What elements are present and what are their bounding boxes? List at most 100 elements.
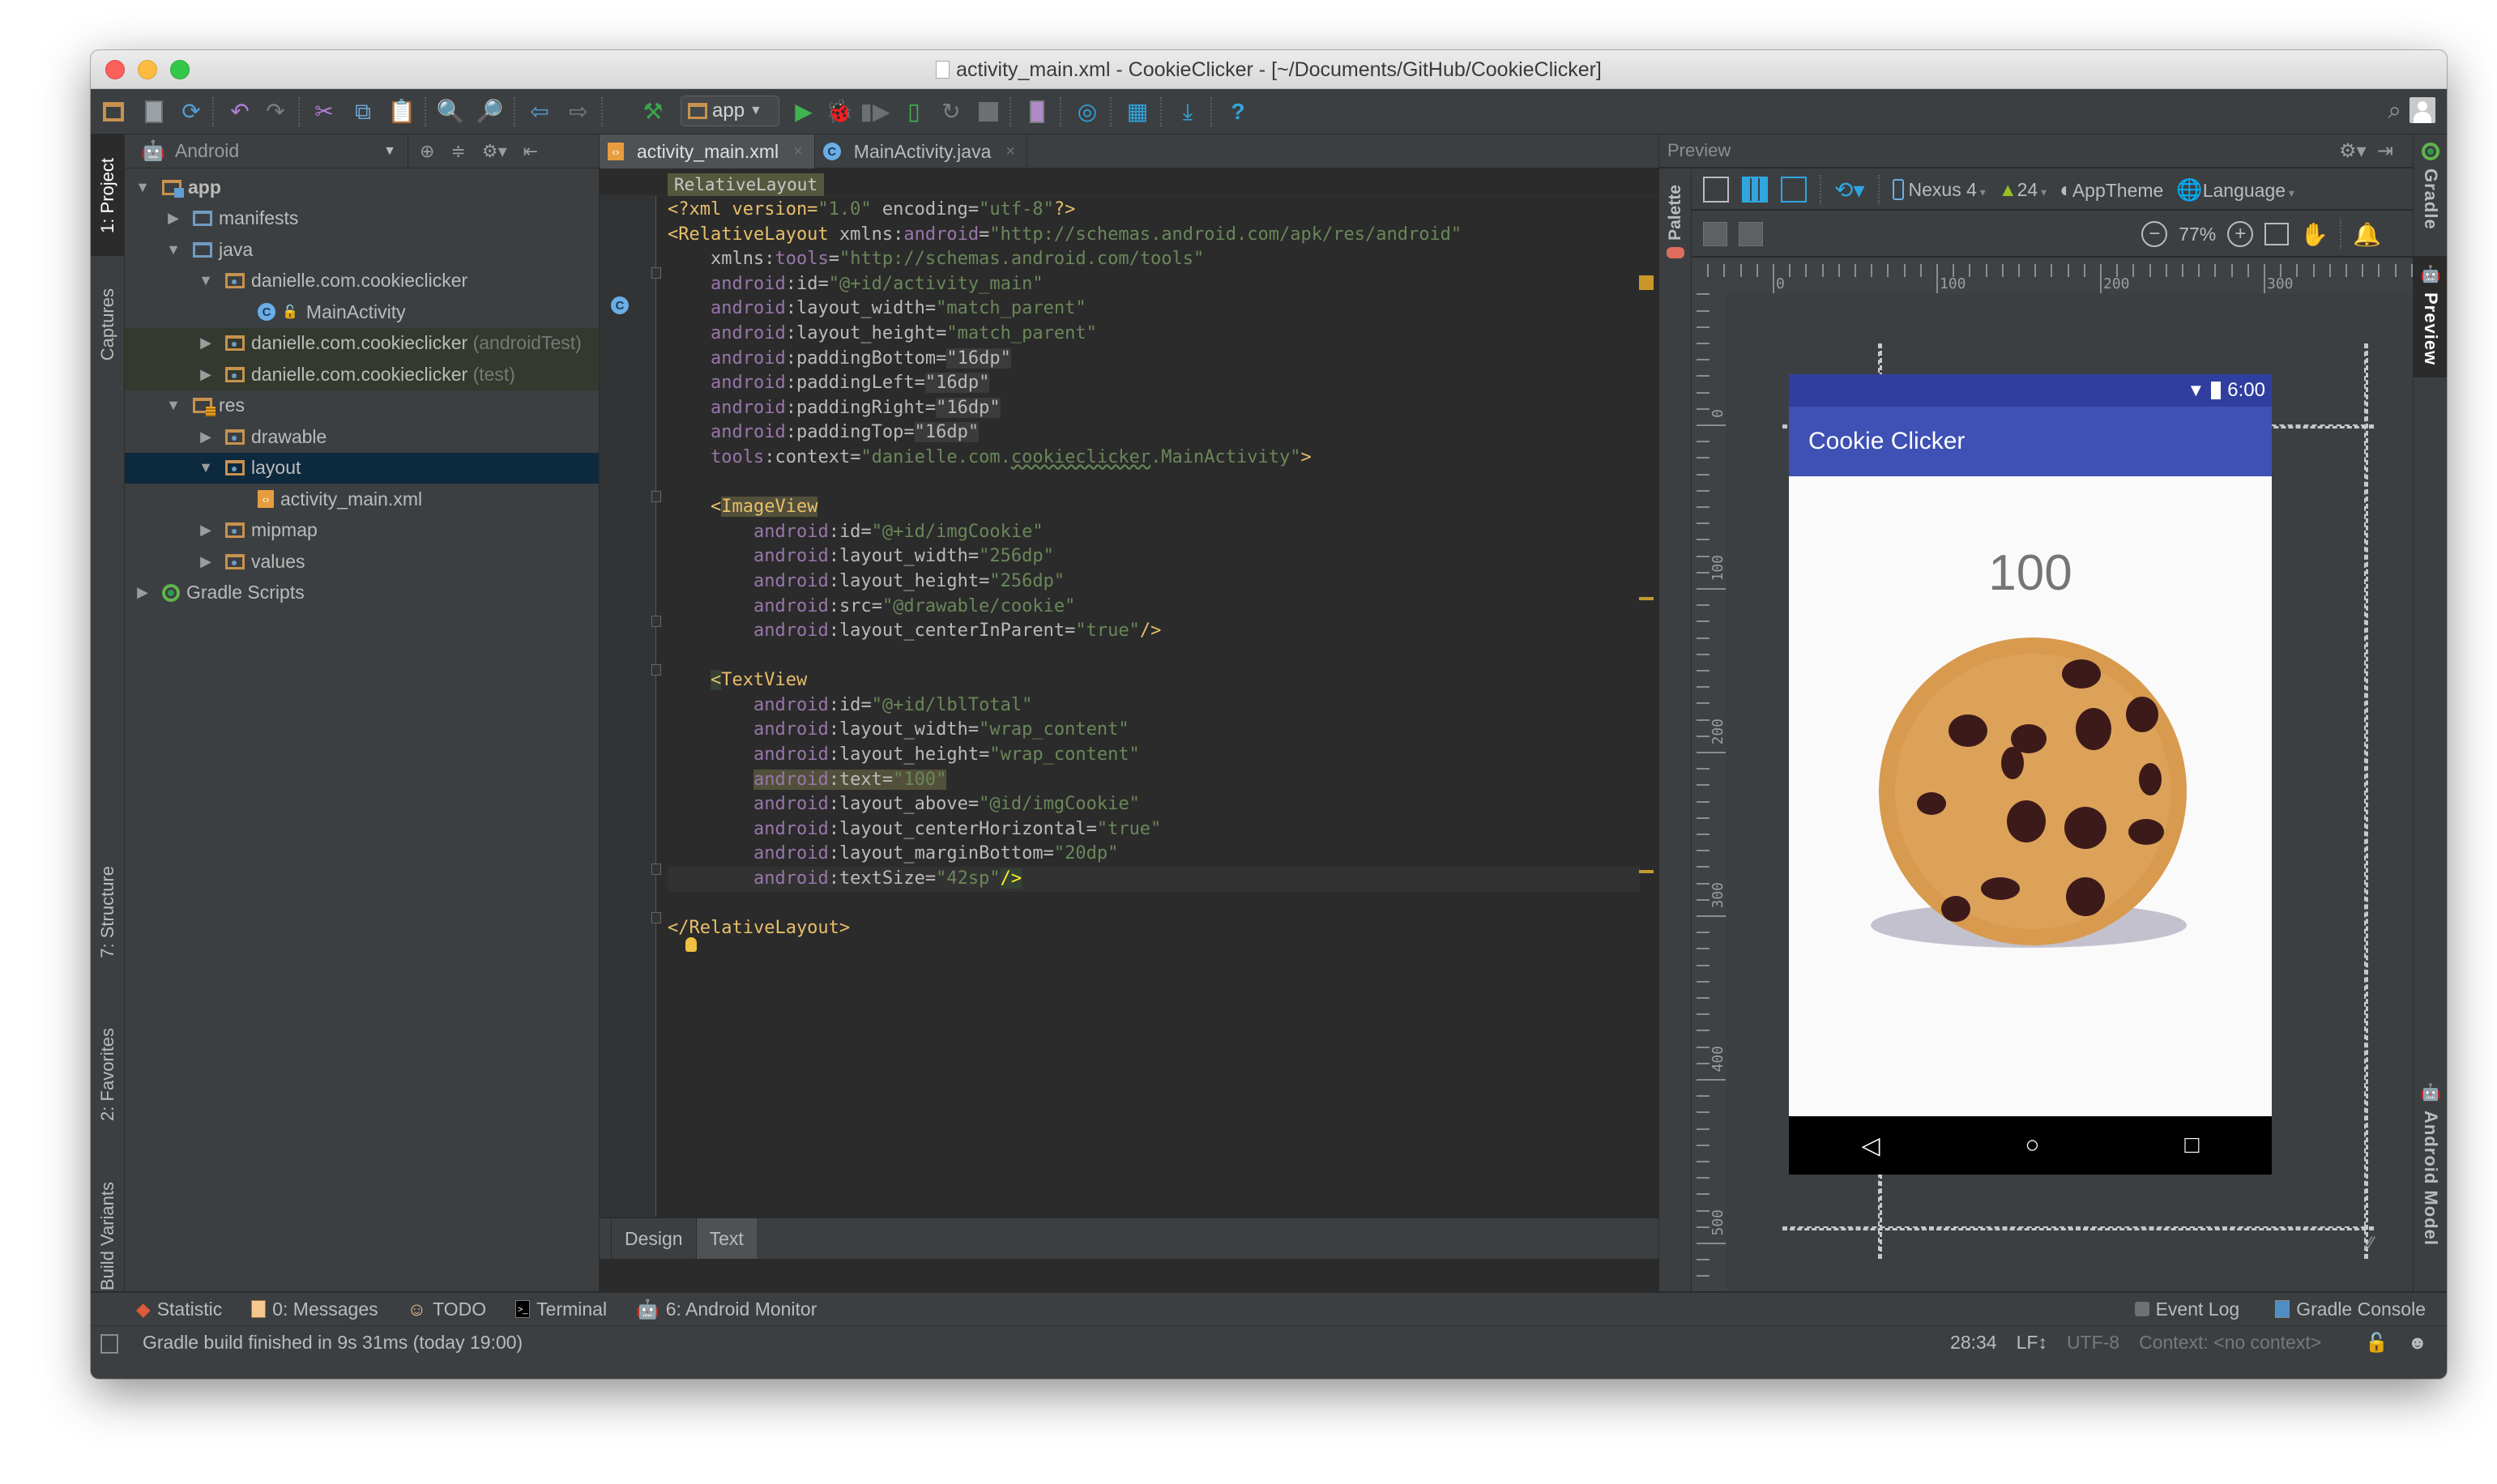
palette-tab[interactable]: Palette xyxy=(1666,185,1685,241)
tool-button-android-monitor[interactable]: 🤖 6: Android Monitor xyxy=(636,1298,817,1320)
find-icon[interactable]: 🔍 xyxy=(436,97,465,126)
expanded-arrow-icon[interactable]: ▼ xyxy=(133,179,152,196)
collapsed-arrow-icon[interactable]: ▶ xyxy=(133,584,152,601)
pan-hand-icon[interactable]: ✋ xyxy=(2300,221,2328,248)
tree-item-layout[interactable]: ▼ layout xyxy=(125,452,599,484)
collapsed-arrow-icon[interactable]: ▶ xyxy=(196,429,216,446)
tree-item-package[interactable]: ▼ danielle.com.cookieclicker xyxy=(125,266,599,297)
gear-icon[interactable]: ⚙▾ xyxy=(482,141,507,162)
run-config-select[interactable]: app ▼ xyxy=(681,96,779,126)
tree-item-java[interactable]: ▼ java xyxy=(125,234,599,266)
tree-item-values[interactable]: ▶ values xyxy=(125,546,599,578)
project-view-select[interactable]: 🤖 Android ▼ xyxy=(125,134,408,168)
tab-text[interactable]: Text xyxy=(695,1218,757,1259)
attach-debugger-icon[interactable]: ▯ xyxy=(899,97,928,126)
hide-panel-icon[interactable]: ⇥ xyxy=(2377,140,2393,162)
zoom-out-icon[interactable]: − xyxy=(2141,221,2168,247)
fold-marker-icon[interactable] xyxy=(651,864,661,875)
fold-marker-icon[interactable] xyxy=(651,664,661,676)
expanded-arrow-icon[interactable]: ▼ xyxy=(196,459,216,476)
line-separator[interactable]: LF↕ xyxy=(2017,1332,2047,1354)
class-gutter-icon[interactable]: C xyxy=(611,296,629,314)
profile-icon[interactable]: ▮▶ xyxy=(860,97,890,126)
tool-button-gradle-console[interactable]: Gradle Console xyxy=(2275,1298,2426,1320)
api-level-select[interactable]: ▲24 ▾ xyxy=(1999,179,2047,201)
copy-icon[interactable]: ⧉ xyxy=(348,97,378,126)
file-encoding[interactable]: UTF-8 xyxy=(2067,1332,2119,1354)
tool-button-event-log[interactable]: Event Log xyxy=(2134,1298,2239,1320)
expand-vertical-icon[interactable] xyxy=(1739,222,1763,246)
zoom-to-fit-icon[interactable] xyxy=(2264,223,2290,245)
design-surface-icon[interactable] xyxy=(1703,177,1729,203)
fold-marker-icon[interactable] xyxy=(651,616,661,627)
resize-handle-icon[interactable]: ⁄⁄ xyxy=(2367,1233,2373,1254)
tool-tab-gradle[interactable]: Gradle xyxy=(2414,134,2447,256)
cut-icon[interactable]: ✂ xyxy=(309,97,339,126)
tree-item-activity-main-xml[interactable]: ‹› activity_main.xml xyxy=(125,484,599,515)
back-nav-icon[interactable]: ◁ xyxy=(1861,1132,1880,1160)
make-project-icon[interactable]: ⚒ xyxy=(638,97,668,126)
collapse-all-icon[interactable]: ≑ xyxy=(450,141,465,162)
expand-horizontal-icon[interactable] xyxy=(1703,222,1727,246)
tree-item-manifests[interactable]: ▶ manifests xyxy=(125,203,599,235)
toggle-tool-windows-icon[interactable] xyxy=(100,1334,118,1354)
blueprint-icon[interactable] xyxy=(1742,177,1768,203)
theme-select[interactable]: ◐AppTheme xyxy=(2059,177,2163,203)
home-nav-icon[interactable]: ○ xyxy=(2025,1132,2039,1159)
tree-item-drawable[interactable]: ▶ drawable xyxy=(125,421,599,453)
hide-panel-icon[interactable]: ⇤ xyxy=(523,141,538,162)
tool-tab-structure[interactable]: 7: Structure xyxy=(91,831,125,993)
inspection-status-icon[interactable] xyxy=(1639,275,1654,290)
paste-icon[interactable]: 📋 xyxy=(387,97,416,126)
sync-gradle-icon[interactable]: ◎ xyxy=(1073,97,1102,126)
tree-item-package-test[interactable]: ▶ danielle.com.cookieclicker (test) xyxy=(125,359,599,390)
back-icon[interactable]: ⇦ xyxy=(525,97,554,126)
debug-icon[interactable]: 🐞 xyxy=(825,97,854,126)
expanded-arrow-icon[interactable]: ▼ xyxy=(164,397,183,414)
close-tab-icon[interactable]: × xyxy=(1005,143,1015,161)
tool-tab-build-variants[interactable]: Build Variants xyxy=(91,1163,125,1309)
cookie-count-label[interactable]: 100 xyxy=(1789,544,2272,602)
tab-design[interactable]: Design xyxy=(611,1218,696,1259)
read-only-lock-icon[interactable]: 🔓 xyxy=(2365,1332,2388,1354)
user-avatar-icon[interactable] xyxy=(2409,97,2435,123)
tree-item-app[interactable]: ▼ app xyxy=(125,172,599,203)
help-icon[interactable]: ? xyxy=(1223,97,1253,126)
project-structure-icon[interactable]: ▦ xyxy=(1123,97,1152,126)
expanded-arrow-icon[interactable]: ▼ xyxy=(164,241,183,258)
fold-marker-icon[interactable] xyxy=(651,267,661,279)
scroll-from-source-icon[interactable]: ⊕ xyxy=(420,141,434,162)
language-select[interactable]: 🌐Language ▾ xyxy=(2176,177,2294,203)
fold-marker-icon[interactable] xyxy=(651,491,661,502)
tool-tab-favorites[interactable]: 2: Favorites xyxy=(91,1001,125,1147)
apply-changes-icon[interactable]: ↻ xyxy=(937,97,966,126)
stop-icon[interactable] xyxy=(974,97,1003,126)
error-stripe-marker[interactable] xyxy=(1639,597,1654,600)
forward-icon[interactable]: ⇨ xyxy=(564,97,593,126)
replace-icon[interactable]: 🔎 xyxy=(475,97,504,126)
tool-tab-android-model[interactable]: 🤖 Android Model xyxy=(2414,1074,2447,1269)
collapsed-arrow-icon[interactable]: ▶ xyxy=(196,522,216,539)
collapsed-arrow-icon[interactable]: ▶ xyxy=(164,210,183,227)
sdk-manager-icon[interactable]: ⤓ xyxy=(1173,97,1202,126)
design-blueprint-icon[interactable] xyxy=(1781,177,1807,203)
collapsed-arrow-icon[interactable]: ▶ xyxy=(196,366,216,383)
avd-manager-icon[interactable] xyxy=(1022,97,1052,126)
open-folder-icon[interactable] xyxy=(99,97,128,126)
redo-icon[interactable]: ↷ xyxy=(261,97,290,126)
undo-icon[interactable]: ↶ xyxy=(225,97,254,126)
collapsed-arrow-icon[interactable]: ▶ xyxy=(196,553,216,570)
tool-button-terminal[interactable]: >_ Terminal xyxy=(515,1298,607,1320)
cookie-image[interactable] xyxy=(1867,633,2191,966)
device-screen[interactable]: ▼ 6:00 Cookie Clicker 100 ◁ ○ □ xyxy=(1789,374,2272,1175)
run-icon[interactable]: ▶ xyxy=(789,97,818,126)
tool-button-todo[interactable]: ☺ TODO xyxy=(408,1298,487,1320)
save-icon[interactable] xyxy=(139,97,169,126)
tool-button-statistic[interactable]: ◆ Statistic xyxy=(136,1298,222,1320)
tab-mainactivity-java[interactable]: C MainActivity.java × xyxy=(815,134,1028,168)
tool-button-messages[interactable]: 0: Messages xyxy=(251,1298,378,1320)
context-indicator[interactable]: Context: <no context> xyxy=(2139,1332,2321,1354)
tree-item-mipmap[interactable]: ▶ mipmap xyxy=(125,515,599,547)
breadcrumb-relativelayout[interactable]: RelativeLayout xyxy=(668,173,825,196)
hector-inspector-icon[interactable]: ☻ xyxy=(2408,1332,2427,1354)
